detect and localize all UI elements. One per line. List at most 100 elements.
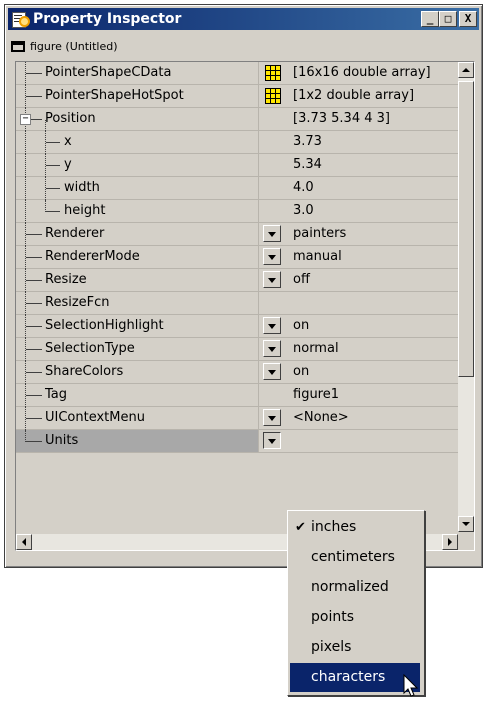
property-value-cell[interactable] (260, 430, 458, 452)
property-value-cell[interactable]: on (260, 315, 458, 337)
property-row[interactable]: height 3.0 (16, 200, 458, 223)
object-label: figure (Untitled) (30, 39, 118, 53)
scroll-left-button[interactable] (16, 534, 32, 550)
tree-line (26, 73, 42, 74)
property-name-cell[interactable]: Resize (16, 269, 259, 292)
property-value-cell[interactable]: 3.73 (260, 131, 458, 153)
property-name-cell[interactable]: ResizeFcn (16, 292, 259, 315)
property-value-cell[interactable]: 3.0 (260, 200, 458, 222)
property-name-cell[interactable]: Tag (16, 384, 259, 407)
title-bar[interactable]: Property Inspector _ □ X (8, 8, 479, 30)
property-row[interactable]: UIContextMenu <None> (16, 407, 458, 430)
dropdown-arrow-icon[interactable] (263, 225, 281, 242)
property-row[interactable]: Tag figure1 (16, 384, 458, 407)
property-value-cell[interactable]: normal (260, 338, 458, 360)
property-name-cell[interactable]: UIContextMenu (16, 407, 259, 430)
property-row[interactable]: SelectionType normal (16, 338, 458, 361)
property-name-cell[interactable]: PointerShapeCData (16, 62, 259, 85)
property-value-cell[interactable]: manual (260, 246, 458, 268)
property-row[interactable]: Units (16, 430, 458, 453)
property-name: width (64, 180, 100, 195)
units-dropdown-menu[interactable]: ✔ inches centimeters normalized points pixels… (287, 510, 425, 696)
property-value: manual (293, 249, 342, 264)
property-name: PointerShapeCData (45, 65, 172, 80)
property-name-cell[interactable]: Units (16, 430, 259, 452)
dropdown-arrow-icon[interactable] (263, 317, 281, 334)
property-value: painters (293, 226, 347, 241)
property-value: 4.0 (293, 180, 314, 195)
property-name-cell[interactable]: PointerShapeHotSpot (16, 85, 259, 108)
maximize-button[interactable]: □ (439, 11, 457, 27)
property-name-cell[interactable]: y (16, 154, 259, 177)
property-row[interactable]: RendererMode manual (16, 246, 458, 269)
close-button[interactable]: X (459, 11, 477, 27)
property-value-cell[interactable]: figure1 (260, 384, 458, 406)
tree-line (26, 257, 42, 258)
property-name-cell[interactable]: x (16, 131, 259, 154)
scroll-down-button[interactable] (458, 516, 474, 532)
property-name-cell[interactable]: RendererMode (16, 246, 259, 269)
units-option[interactable]: ✔ inches (290, 513, 420, 542)
dropdown-arrow-icon[interactable] (263, 340, 281, 357)
units-option[interactable]: centimeters (290, 543, 420, 572)
property-row[interactable]: ShareColors on (16, 361, 458, 384)
scroll-right-button[interactable] (442, 534, 458, 550)
property-name-cell[interactable]: height (16, 200, 259, 223)
collapse-icon[interactable]: − (20, 114, 31, 125)
property-row[interactable]: ResizeFcn (16, 292, 458, 315)
array-editor-icon[interactable] (265, 65, 281, 81)
property-value-cell[interactable]: painters (260, 223, 458, 245)
property-row[interactable]: Resize off (16, 269, 458, 292)
units-option[interactable]: normalized (290, 573, 420, 602)
property-value: on (293, 318, 310, 333)
property-row[interactable]: − Position [3.73 5.34 4 3] (16, 108, 458, 131)
scroll-up-button[interactable] (458, 62, 474, 78)
property-name-cell[interactable]: SelectionHighlight (16, 315, 259, 338)
tree-line (46, 142, 60, 143)
property-row[interactable]: width 4.0 (16, 177, 458, 200)
array-editor-icon[interactable] (265, 88, 281, 104)
dropdown-arrow-icon[interactable] (263, 409, 281, 426)
object-header: figure (Untitled) (9, 35, 478, 57)
units-option-label: points (311, 609, 354, 625)
property-name-cell[interactable]: Renderer (16, 223, 259, 246)
property-value-cell[interactable]: [3.73 5.34 4 3] (260, 108, 458, 130)
dropdown-arrow-icon[interactable] (263, 248, 281, 265)
property-row[interactable]: Renderer painters (16, 223, 458, 246)
property-name-cell[interactable]: width (16, 177, 259, 200)
units-option[interactable]: pixels (290, 633, 420, 662)
property-name: UIContextMenu (45, 410, 145, 425)
property-value-cell[interactable]: [1x2 double array] (260, 85, 458, 107)
dropdown-arrow-icon[interactable] (263, 271, 281, 288)
property-value-cell[interactable]: [16x16 double array] (260, 62, 458, 84)
property-row[interactable]: PointerShapeHotSpot [1x2 double array] (16, 85, 458, 108)
vertical-scrollbar[interactable] (458, 62, 474, 532)
property-name: Resize (45, 272, 87, 287)
property-name: Units (45, 433, 79, 448)
mouse-pointer-icon (403, 674, 419, 697)
property-row[interactable]: x 3.73 (16, 131, 458, 154)
dropdown-arrow-icon[interactable] (263, 363, 281, 380)
units-option[interactable]: points (290, 603, 420, 632)
property-value-cell[interactable] (260, 292, 458, 314)
property-value-cell[interactable]: 5.34 (260, 154, 458, 176)
property-row[interactable]: SelectionHighlight on (16, 315, 458, 338)
units-option-label: normalized (311, 579, 389, 595)
property-value-cell[interactable]: 4.0 (260, 177, 458, 199)
units-option[interactable]: characters (290, 663, 420, 692)
tree-line (26, 349, 42, 350)
property-value-cell[interactable]: <None> (260, 407, 458, 429)
property-value: normal (293, 341, 339, 356)
scroll-thumb[interactable] (458, 81, 474, 377)
property-name-cell[interactable]: − Position (16, 108, 259, 131)
tree-line (46, 211, 60, 212)
property-row[interactable]: y 5.34 (16, 154, 458, 177)
tree-line (26, 441, 42, 442)
dropdown-arrow-icon[interactable] (263, 432, 281, 449)
property-row[interactable]: PointerShapeCData [16x16 double array] (16, 62, 458, 85)
property-name-cell[interactable]: ShareColors (16, 361, 259, 384)
property-name-cell[interactable]: SelectionType (16, 338, 259, 361)
minimize-button[interactable]: _ (421, 11, 439, 27)
property-value-cell[interactable]: off (260, 269, 458, 291)
property-value-cell[interactable]: on (260, 361, 458, 383)
